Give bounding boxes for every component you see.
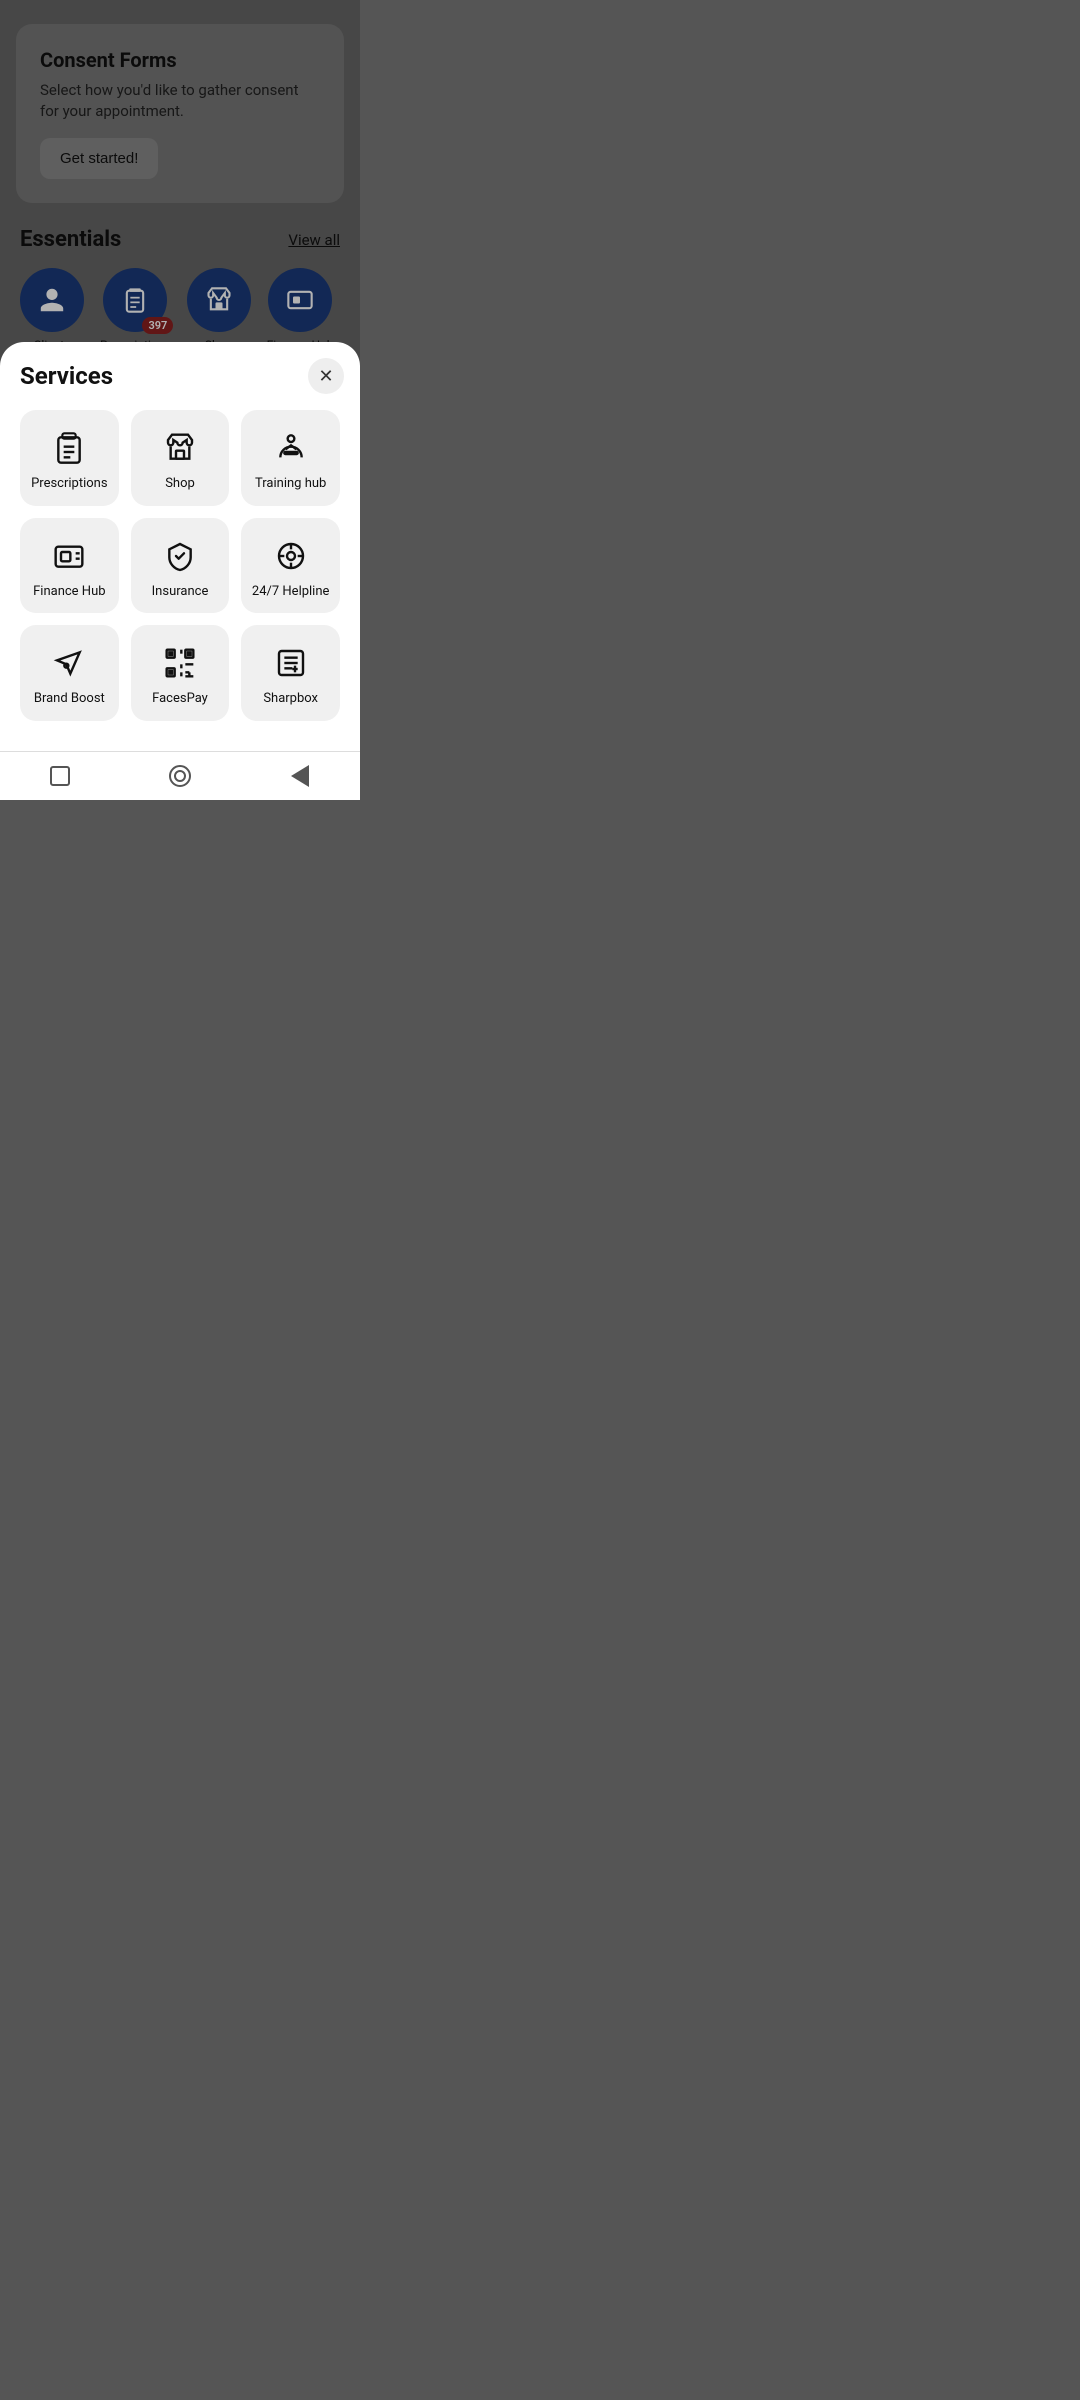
brandboost-service-label: Brand Boost	[34, 691, 105, 707]
services-modal: ✕ Services	[0, 342, 360, 751]
back-button[interactable]	[286, 762, 314, 790]
back-icon	[291, 765, 309, 787]
sharpbox-service-label: Sharpbox	[263, 691, 318, 707]
service-item-finance[interactable]: Finance Hub	[20, 518, 119, 614]
insurance-service-icon	[162, 538, 198, 574]
service-item-sharpbox[interactable]: Sharpbox	[241, 625, 340, 721]
insurance-service-label: Insurance	[152, 584, 209, 600]
brandboost-service-icon	[51, 645, 87, 681]
service-item-training[interactable]: Training hub	[241, 410, 340, 506]
prescription-service-svg	[53, 432, 85, 464]
sharpbox-service-svg	[275, 647, 307, 679]
recent-apps-icon	[50, 766, 70, 786]
home-button[interactable]	[166, 762, 194, 790]
service-item-prescriptions[interactable]: Prescriptions	[20, 410, 119, 506]
shop-service-svg	[164, 432, 196, 464]
main-content: Consent Forms Select how you'd like to g…	[0, 0, 360, 751]
services-grid: Prescriptions Shop	[20, 410, 340, 721]
shop-service-label: Shop	[165, 476, 195, 492]
modal-close-button[interactable]: ✕	[308, 358, 344, 394]
facespay-service-svg	[164, 647, 196, 679]
shop-service-icon	[162, 430, 198, 466]
service-item-brandboost[interactable]: Brand Boost	[20, 625, 119, 721]
service-item-helpline[interactable]: 24/7 Helpline	[241, 518, 340, 614]
facespay-service-icon	[162, 645, 198, 681]
sharpbox-service-icon	[273, 645, 309, 681]
training-service-label: Training hub	[255, 476, 326, 492]
helpline-service-svg	[275, 540, 307, 572]
finance-service-label: Finance Hub	[33, 584, 105, 600]
service-item-shop[interactable]: Shop	[131, 410, 230, 506]
insurance-service-svg	[164, 540, 196, 572]
helpline-service-icon	[273, 538, 309, 574]
finance-service-svg	[53, 540, 85, 572]
modal-overlay: ✕ Services	[0, 0, 360, 751]
brandboost-service-svg	[53, 647, 85, 679]
prescriptions-service-icon	[51, 430, 87, 466]
training-service-icon	[273, 430, 309, 466]
modal-title: Services	[20, 362, 340, 390]
service-item-insurance[interactable]: Insurance	[131, 518, 230, 614]
home-icon	[169, 765, 191, 787]
service-item-facespay[interactable]: FacesPay	[131, 625, 230, 721]
recent-apps-button[interactable]	[46, 762, 74, 790]
helpline-service-label: 24/7 Helpline	[252, 584, 330, 600]
prescriptions-service-label: Prescriptions	[31, 476, 107, 492]
facespay-service-label: FacesPay	[152, 691, 208, 707]
finance-service-icon	[51, 538, 87, 574]
navigation-bar	[0, 751, 360, 800]
training-service-svg	[275, 432, 307, 464]
